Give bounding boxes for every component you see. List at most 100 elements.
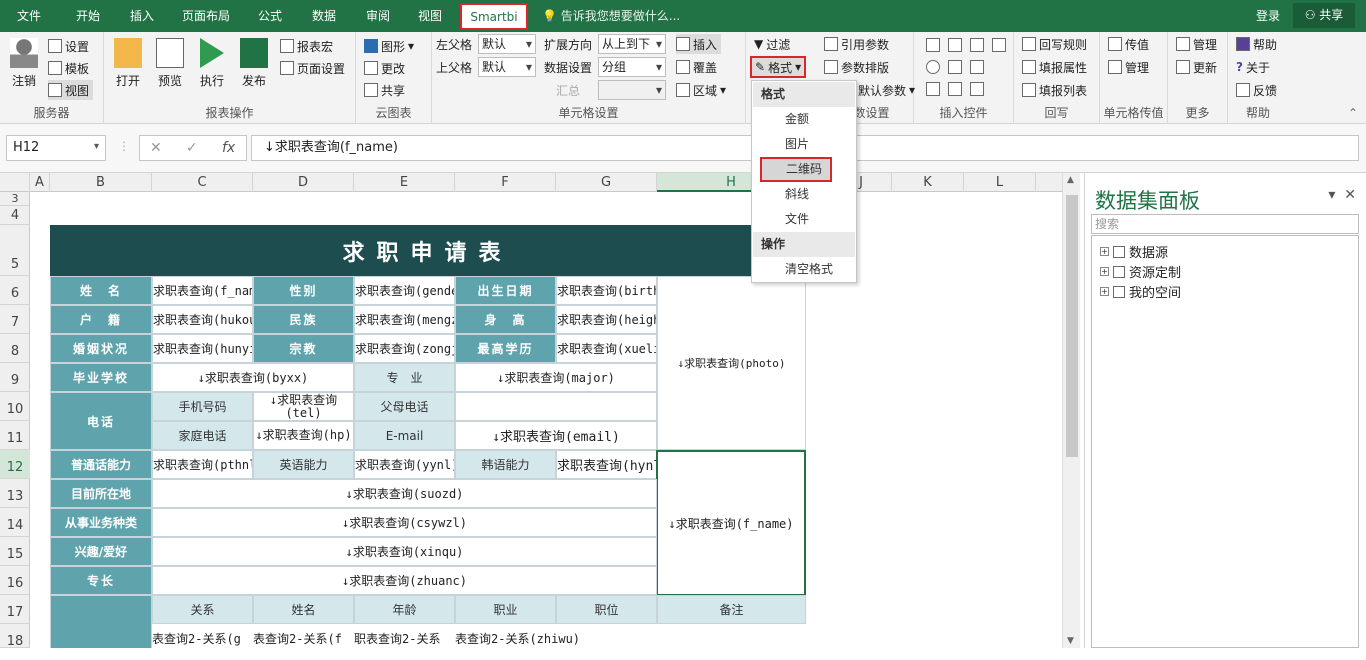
- page-setup-button[interactable]: 页面设置: [280, 58, 345, 78]
- more-update-button[interactable]: 更新: [1176, 57, 1217, 77]
- tab-view[interactable]: 视图: [406, 0, 454, 32]
- format-button[interactable]: ✎ 格式 ▾: [750, 56, 807, 78]
- tab-file[interactable]: 文件: [4, 0, 54, 32]
- expand-direction-select[interactable]: 从上到下: [598, 34, 666, 54]
- scroll-up-icon[interactable]: ▲: [1067, 175, 1074, 185]
- family-header-position[interactable]: 职位: [556, 595, 657, 624]
- expand-icon[interactable]: +: [1100, 247, 1109, 256]
- writeback-rule-button[interactable]: 回写规则: [1022, 34, 1087, 54]
- education-label[interactable]: 最高学历: [455, 334, 556, 363]
- family-position-value[interactable]: 表查询2-关系(zhiwu): [455, 624, 657, 648]
- tree-node-my-space[interactable]: + 我的空间: [1100, 282, 1181, 301]
- share-button[interactable]: ⚇ 共享: [1293, 3, 1355, 28]
- col-header-e[interactable]: E: [354, 173, 455, 192]
- select-all-corner[interactable]: [0, 173, 30, 192]
- nation-label[interactable]: 民族: [253, 305, 354, 334]
- birth-label[interactable]: 出生日期: [455, 276, 556, 305]
- publish-button[interactable]: 发布: [234, 38, 274, 89]
- menu-item-image[interactable]: 图片: [753, 132, 855, 157]
- home-phone-label[interactable]: 家庭电话: [152, 421, 253, 450]
- gender-value[interactable]: 求职表查询(gender): [354, 276, 455, 305]
- vertical-scrollbar[interactable]: ▲ ▼: [1062, 173, 1080, 648]
- family-relation-value[interactable]: 表查询2-关系(g: [152, 624, 253, 648]
- template-button[interactable]: 模板: [48, 58, 89, 78]
- specialty-label[interactable]: 专长: [50, 566, 152, 595]
- more-manage-button[interactable]: 管理: [1176, 34, 1217, 54]
- checkbox-control-icon[interactable]: [926, 82, 940, 96]
- name-box[interactable]: H12: [6, 135, 106, 161]
- row-header[interactable]: 18: [0, 624, 30, 649]
- fill-attr-button[interactable]: 填报属性: [1022, 57, 1087, 77]
- tab-home[interactable]: 开始: [64, 0, 112, 32]
- ref-param-button[interactable]: 引用参数: [824, 34, 889, 54]
- major-label[interactable]: 专 业: [354, 363, 455, 392]
- name-value[interactable]: 求职表查询(f_name): [152, 276, 253, 305]
- menu-item-qrcode[interactable]: 二维码: [760, 157, 832, 182]
- close-icon[interactable]: ✕: [1344, 187, 1356, 203]
- row-header[interactable]: 9: [0, 363, 30, 392]
- religion-label[interactable]: 宗教: [253, 334, 354, 363]
- tab-smartbi[interactable]: Smartbi: [460, 3, 528, 30]
- email-label[interactable]: E-mail: [354, 421, 455, 450]
- image-control-icon[interactable]: [970, 60, 984, 74]
- col-header-d[interactable]: D: [253, 173, 354, 192]
- col-header-k[interactable]: K: [892, 173, 964, 192]
- row-header[interactable]: 7: [0, 305, 30, 334]
- major-value[interactable]: ↓求职表查询(major): [455, 363, 657, 392]
- multi-select-control-icon[interactable]: [948, 82, 962, 96]
- location-value[interactable]: ↓求职表查询(suozd): [152, 479, 657, 508]
- row-header[interactable]: 10: [0, 392, 30, 421]
- row-header[interactable]: 17: [0, 595, 30, 624]
- business-type-label[interactable]: 从事业务种类: [50, 508, 152, 537]
- school-label[interactable]: 毕业学校: [50, 363, 152, 392]
- menu-item-diagonal[interactable]: 斜线: [753, 182, 855, 207]
- korean-value[interactable]: 求职表查询(hynl): [556, 450, 657, 479]
- school-value[interactable]: ↓求职表查询(byxx): [152, 363, 354, 392]
- filter-button[interactable]: ▼ 过滤: [754, 34, 790, 54]
- sum-select[interactable]: [598, 80, 666, 100]
- marriage-label[interactable]: 婚姻状况: [50, 334, 152, 363]
- pass-value-button[interactable]: 传值: [1108, 34, 1149, 54]
- birth-value[interactable]: 求职表查询(birth_date): [556, 276, 657, 305]
- family-label[interactable]: [50, 595, 152, 648]
- param-layout-button[interactable]: 参数排版: [824, 57, 889, 77]
- menu-item-file[interactable]: 文件: [753, 207, 855, 232]
- table-control-icon[interactable]: [970, 38, 984, 52]
- data-setting-select[interactable]: 分组: [598, 57, 666, 77]
- share-chart-button[interactable]: 共享: [364, 80, 405, 100]
- collapse-ribbon-icon[interactable]: ⌃: [1348, 106, 1358, 120]
- macro-button[interactable]: 报表宏: [280, 36, 333, 56]
- col-header-g[interactable]: G: [556, 173, 657, 192]
- radio-control-icon[interactable]: [926, 60, 940, 74]
- panel-menu-icon[interactable]: ▾: [1328, 187, 1335, 203]
- graph-button[interactable]: 图形 ▾: [364, 36, 414, 56]
- open-button[interactable]: 打开: [108, 38, 148, 89]
- hobby-label[interactable]: 兴趣/爱好: [50, 537, 152, 566]
- default-param-button[interactable]: 默认参数 ▾: [858, 80, 915, 100]
- preview-button[interactable]: 预览: [150, 38, 190, 89]
- fx-icon[interactable]: fx: [222, 136, 235, 160]
- height-label[interactable]: 身 高: [455, 305, 556, 334]
- specialty-value[interactable]: ↓求职表查询(zhuanc): [152, 566, 657, 595]
- col-header-l[interactable]: L: [964, 173, 1036, 192]
- insert-mode-button[interactable]: 插入: [676, 34, 722, 54]
- feedback-button[interactable]: 反馈: [1236, 80, 1277, 100]
- scroll-down-icon[interactable]: ▼: [1067, 636, 1074, 646]
- tree-node-datasource[interactable]: + 数据源: [1100, 242, 1168, 261]
- col-header-f[interactable]: F: [455, 173, 556, 192]
- view-button[interactable]: 视图: [48, 80, 94, 100]
- date-control-icon[interactable]: [992, 38, 1006, 52]
- name-label[interactable]: 姓 名: [50, 276, 152, 305]
- fill-list-button[interactable]: 填报列表: [1022, 80, 1087, 100]
- email-value[interactable]: ↓求职表查询(email): [455, 421, 657, 450]
- home-phone-value[interactable]: ↓求职表查询(hp): [253, 421, 354, 450]
- marriage-value[interactable]: 求职表查询(hunyin): [152, 334, 253, 363]
- row-header[interactable]: 3: [0, 192, 30, 206]
- expand-icon[interactable]: +: [1100, 287, 1109, 296]
- tab-review[interactable]: 审阅: [354, 0, 402, 32]
- cancel-icon[interactable]: ✕: [150, 136, 162, 160]
- left-parent-select[interactable]: 默认: [478, 34, 536, 54]
- worksheet[interactable]: 求职申请表 姓 名 求职表查询(f_name) 性别 求职表查询(gender)…: [31, 192, 1062, 648]
- name-box-chevron-icon[interactable]: ▾: [94, 141, 99, 152]
- row-header-active[interactable]: 12: [0, 450, 30, 479]
